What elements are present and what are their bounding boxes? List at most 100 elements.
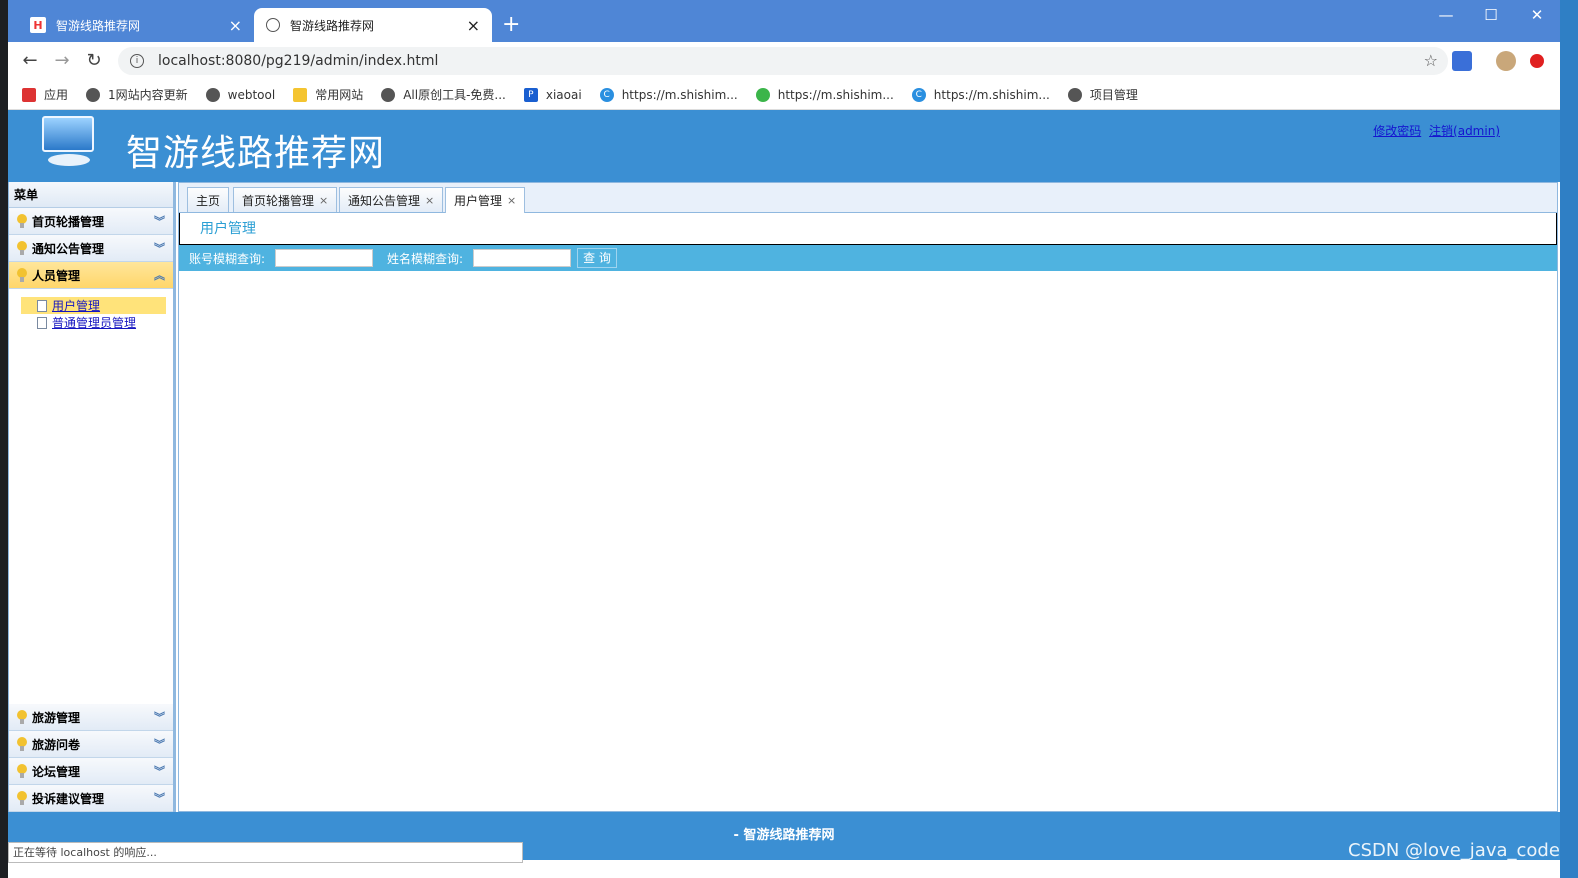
bookmarks-bar: 应用 1网站内容更新 webtool 常用网站 All原创工具-免费... P … xyxy=(8,80,1560,110)
sidebar-section-travel[interactable]: 旅游管理 ︾ xyxy=(9,704,173,731)
globe-icon xyxy=(86,87,101,102)
bookmark-folder[interactable]: 常用网站 xyxy=(293,86,363,103)
globe-icon xyxy=(381,87,396,102)
lightbulb-icon xyxy=(17,268,27,282)
bookmark-item[interactable]: P xiaoai xyxy=(523,87,582,102)
lightbulb-icon xyxy=(17,737,27,751)
sidebar-menu: 菜单 首页轮播管理 ︾ 通知公告管理 ︾ 人员管理 ︽ 用户管理 普通管理员管理… xyxy=(8,182,176,812)
tab-home[interactable]: 主页 xyxy=(187,187,230,212)
watermark: CSDN @love_java_code xyxy=(1348,840,1560,861)
sidebar-item-users[interactable]: 用户管理 xyxy=(21,297,166,314)
wechat-icon xyxy=(755,87,770,102)
tab-label: 用户管理 xyxy=(454,194,503,208)
tab-carousel[interactable]: 首页轮播管理 × xyxy=(233,187,338,212)
search-toolbar: 账号模糊查询: 姓名模糊查询: 查 询 xyxy=(179,245,1557,271)
bookmark-item[interactable]: webtool xyxy=(205,87,275,102)
tab-notices[interactable]: 通知公告管理 × xyxy=(339,187,444,212)
section-label: 通知公告管理 xyxy=(32,241,105,256)
globe-icon xyxy=(266,18,280,32)
new-tab-icon[interactable]: + xyxy=(502,12,520,38)
bookmark-label: 应用 xyxy=(44,88,69,102)
bookmark-star-icon[interactable]: ☆ xyxy=(1424,51,1438,70)
browser-tab-strip: H 智游线路推荐网 × 智游线路推荐网 × + — ☐ ✕ xyxy=(8,0,1560,42)
bookmark-apps[interactable]: 应用 xyxy=(22,86,68,103)
chevron-down-icon: ︾ xyxy=(154,738,165,751)
bookmark-label: 项目管理 xyxy=(1089,88,1138,102)
bookmark-item[interactable]: https://m.shishim... xyxy=(755,87,894,102)
chevron-down-icon: ︾ xyxy=(154,765,165,778)
bookmark-label: 常用网站 xyxy=(315,88,364,102)
logout-link[interactable]: 注销(admin) xyxy=(1429,124,1500,138)
chevron-down-icon: ︾ xyxy=(154,711,165,724)
chevron-up-icon: ︽ xyxy=(154,269,165,282)
name-search-label: 姓名模糊查询: xyxy=(387,251,464,266)
sidebar-item-admins[interactable]: 普通管理员管理 xyxy=(21,314,166,331)
section-label: 人员管理 xyxy=(32,268,81,283)
avatar[interactable] xyxy=(1496,51,1516,71)
back-icon[interactable]: ← xyxy=(18,50,42,71)
sidebar-section-carousel[interactable]: 首页轮播管理 ︾ xyxy=(9,208,173,235)
close-icon[interactable]: × xyxy=(319,194,328,207)
maximize-icon[interactable]: ☐ xyxy=(1476,6,1506,24)
close-window-icon[interactable]: ✕ xyxy=(1522,6,1552,24)
bookmark-item[interactable]: C https://m.shishim... xyxy=(599,87,738,102)
section-label: 首页轮播管理 xyxy=(32,214,105,229)
bookmark-item[interactable]: 项目管理 xyxy=(1067,86,1138,103)
globe-icon xyxy=(205,87,220,102)
sidebar-section-survey[interactable]: 旅游问卷 ︾ xyxy=(9,731,173,758)
browser-tab-title: 智游线路推荐网 xyxy=(290,18,375,33)
document-icon xyxy=(37,299,47,312)
sidebar-bottom-sections: 旅游管理 ︾ 旅游问卷 ︾ 论坛管理 ︾ 投诉建议管理 ︾ xyxy=(9,704,173,812)
tab-users[interactable]: 用户管理 × xyxy=(445,187,526,213)
close-tab-icon[interactable]: × xyxy=(467,16,480,35)
desktop-edge-right xyxy=(1560,0,1578,878)
sidebar-section-personnel[interactable]: 人员管理 ︽ xyxy=(9,262,173,289)
extension-icon[interactable] xyxy=(1452,51,1472,71)
lightbulb-icon xyxy=(17,791,27,805)
tab-label: 首页轮播管理 xyxy=(242,193,315,208)
forward-icon[interactable]: → xyxy=(50,50,74,71)
sidebar-item-label[interactable]: 用户管理 xyxy=(52,297,100,314)
lightbulb-icon xyxy=(17,710,27,724)
reload-icon[interactable]: ↻ xyxy=(82,50,106,71)
bookmark-item[interactable]: 1网站内容更新 xyxy=(86,86,188,103)
info-icon[interactable]: i xyxy=(130,54,144,68)
lightbulb-icon xyxy=(17,241,27,255)
bookmark-item[interactable]: All原创工具-免费... xyxy=(381,86,506,103)
search-button[interactable]: 查 询 xyxy=(577,248,617,268)
bookmark-label: 1网站内容更新 xyxy=(108,88,188,102)
content-tabs: 主页 首页轮播管理 × 通知公告管理 × 用户管理 × xyxy=(179,183,1557,213)
account-search-label: 账号模糊查询: xyxy=(189,251,266,266)
close-tab-icon[interactable]: × xyxy=(229,16,242,35)
bookmark-label: https://m.shishim... xyxy=(621,87,738,102)
address-toolbar: ← → ↻ i localhost:8080/pg219/admin/index… xyxy=(8,42,1560,80)
name-search-input[interactable] xyxy=(473,249,572,267)
minimize-icon[interactable]: — xyxy=(1431,6,1461,24)
p-icon: P xyxy=(523,87,538,102)
bookmark-label: All原创工具-免费... xyxy=(403,88,506,102)
browser-tab-2[interactable]: 智游线路推荐网 × xyxy=(254,8,492,42)
sidebar-section-forum[interactable]: 论坛管理 ︾ xyxy=(9,758,173,785)
desktop-edge xyxy=(0,0,8,878)
close-icon[interactable]: × xyxy=(425,194,434,207)
section-label: 论坛管理 xyxy=(32,764,81,779)
bookmark-label: https://m.shishim... xyxy=(933,87,1050,102)
globe-icon xyxy=(1067,87,1082,102)
sidebar-item-label[interactable]: 普通管理员管理 xyxy=(52,314,136,331)
h-logo-icon: H xyxy=(30,17,46,33)
tab-label: 通知公告管理 xyxy=(348,193,421,208)
adblock-icon[interactable] xyxy=(1530,54,1544,68)
address-bar[interactable]: i localhost:8080/pg219/admin/index.html … xyxy=(118,47,1448,75)
main-content: 主页 首页轮播管理 × 通知公告管理 × 用户管理 × 用户管理 账号模糊查询: xyxy=(178,182,1558,812)
bookmark-item[interactable]: C https://m.shishim... xyxy=(911,87,1050,102)
url-text[interactable]: localhost:8080/pg219/admin/index.html xyxy=(158,53,438,69)
sidebar-section-notices[interactable]: 通知公告管理 ︾ xyxy=(9,235,173,262)
account-search-input[interactable] xyxy=(275,249,374,267)
close-icon[interactable]: × xyxy=(507,194,516,207)
change-password-link[interactable]: 修改密码 xyxy=(1373,124,1421,138)
chevron-down-icon: ︾ xyxy=(154,215,165,228)
browser-window: H 智游线路推荐网 × 智游线路推荐网 × + — ☐ ✕ ← → ↻ i lo… xyxy=(8,0,1560,878)
sidebar-section-complaints[interactable]: 投诉建议管理 ︾ xyxy=(9,785,173,812)
document-icon xyxy=(37,316,47,329)
browser-tab-1[interactable]: H 智游线路推荐网 × xyxy=(18,8,254,42)
